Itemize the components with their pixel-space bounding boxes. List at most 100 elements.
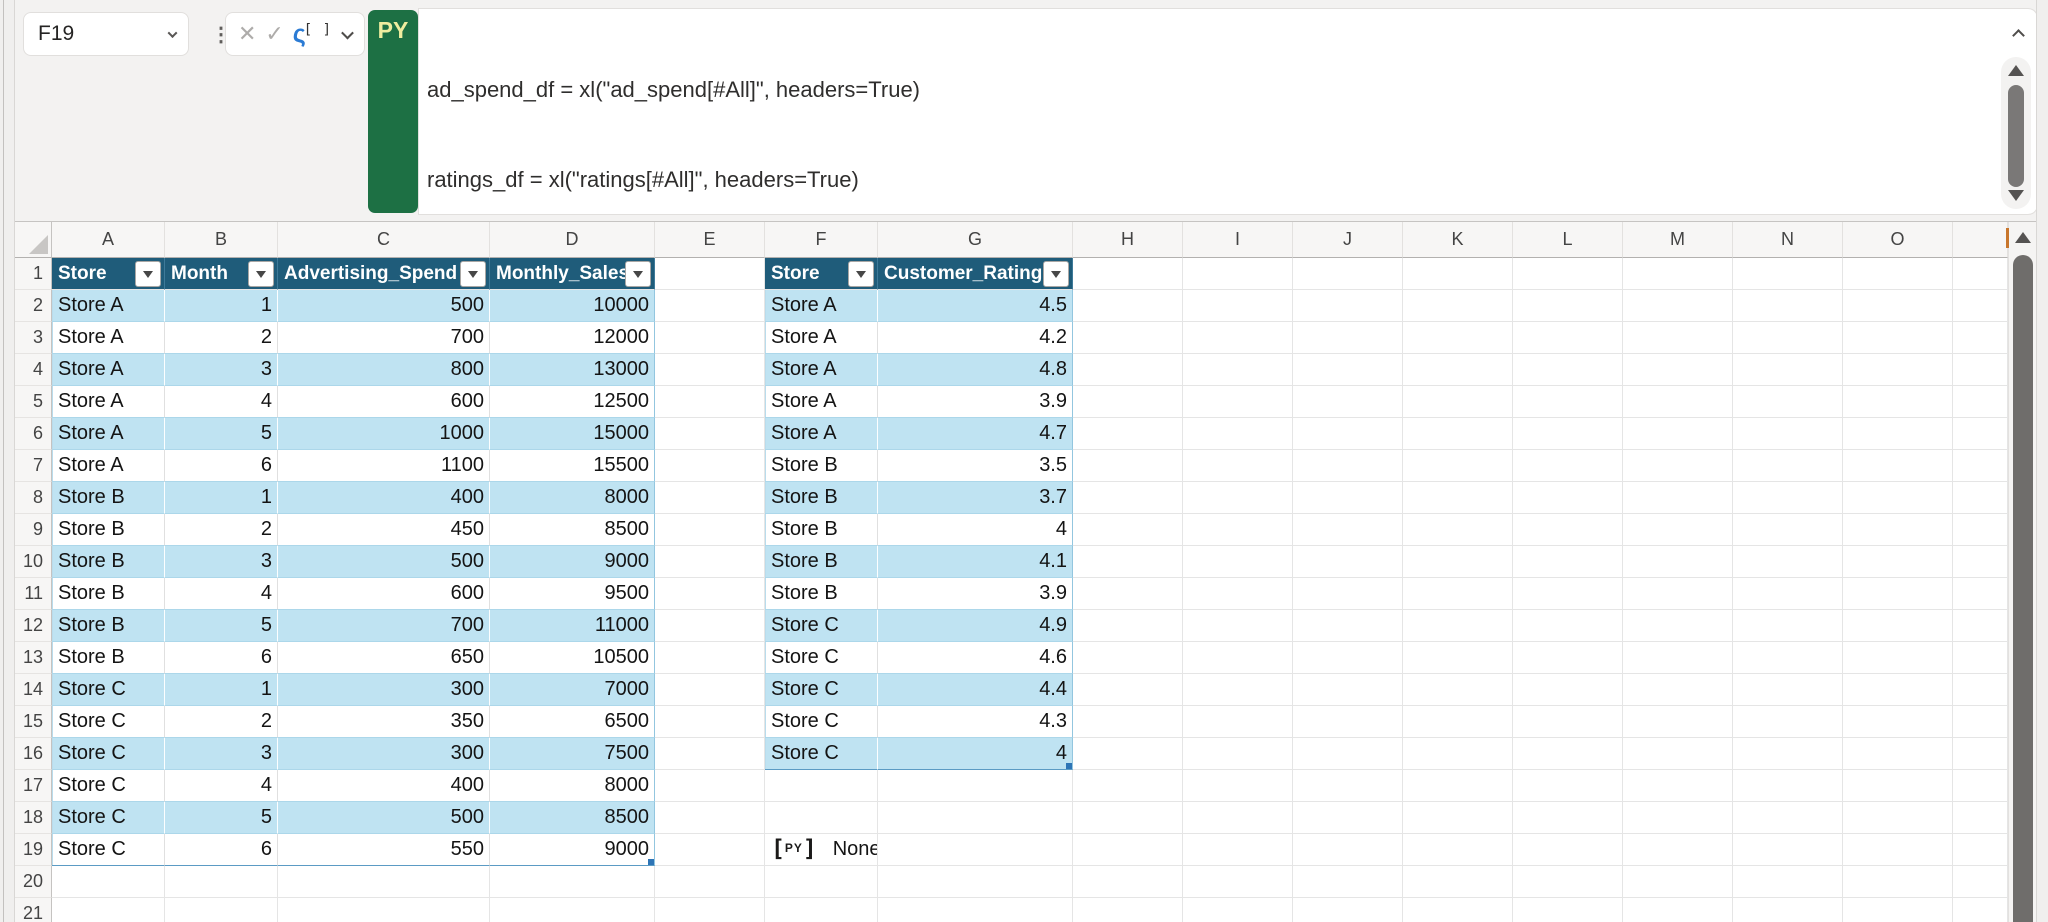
cell-E5[interactable] — [655, 386, 765, 418]
cell-D9[interactable]: 8500 — [490, 514, 655, 546]
cell-M14[interactable] — [1623, 674, 1733, 706]
cell-G10[interactable]: 4.1 — [878, 546, 1073, 578]
cell-P4[interactable] — [1953, 354, 2008, 386]
cell-N21[interactable] — [1733, 898, 1843, 922]
cell-L7[interactable] — [1513, 450, 1623, 482]
cell-N12[interactable] — [1733, 610, 1843, 642]
cell-H1[interactable] — [1073, 258, 1183, 290]
cell-K18[interactable] — [1403, 802, 1513, 834]
cell-I7[interactable] — [1183, 450, 1293, 482]
column-header-O[interactable]: O — [1843, 222, 1953, 258]
cell-F7[interactable]: Store B — [765, 450, 878, 482]
cell-J15[interactable] — [1293, 706, 1403, 738]
cell-D21[interactable] — [490, 898, 655, 922]
scroll-down-icon[interactable] — [2008, 190, 2024, 201]
cell-J18[interactable] — [1293, 802, 1403, 834]
cell-G18[interactable] — [878, 802, 1073, 834]
cell-I4[interactable] — [1183, 354, 1293, 386]
column-header-partial[interactable] — [1953, 222, 2008, 258]
cell-H9[interactable] — [1073, 514, 1183, 546]
cell-G2[interactable]: 4.5 — [878, 290, 1073, 322]
cell-J6[interactable] — [1293, 418, 1403, 450]
cell-C14[interactable]: 300 — [278, 674, 490, 706]
cell-J1[interactable] — [1293, 258, 1403, 290]
row-header-4[interactable]: 4 — [15, 354, 52, 386]
row-header-8[interactable]: 8 — [15, 482, 52, 514]
cell-M2[interactable] — [1623, 290, 1733, 322]
cell-P9[interactable] — [1953, 514, 2008, 546]
cell-M19[interactable] — [1623, 834, 1733, 866]
cell-B7[interactable]: 6 — [165, 450, 278, 482]
cell-I21[interactable] — [1183, 898, 1293, 922]
cell-N17[interactable] — [1733, 770, 1843, 802]
cell-I16[interactable] — [1183, 738, 1293, 770]
cell-L14[interactable] — [1513, 674, 1623, 706]
cell-D12[interactable]: 11000 — [490, 610, 655, 642]
cell-M17[interactable] — [1623, 770, 1733, 802]
cell-P20[interactable] — [1953, 866, 2008, 898]
column-header-M[interactable]: M — [1623, 222, 1733, 258]
row-header-20[interactable]: 20 — [15, 866, 52, 898]
cell-O15[interactable] — [1843, 706, 1953, 738]
cell-I10[interactable] — [1183, 546, 1293, 578]
cell-C12[interactable]: 700 — [278, 610, 490, 642]
filter-button[interactable] — [625, 261, 651, 287]
cell-J17[interactable] — [1293, 770, 1403, 802]
cell-B8[interactable]: 1 — [165, 482, 278, 514]
cell-J16[interactable] — [1293, 738, 1403, 770]
cell-E8[interactable] — [655, 482, 765, 514]
cell-O10[interactable] — [1843, 546, 1953, 578]
cell-B10[interactable]: 3 — [165, 546, 278, 578]
cell-K8[interactable] — [1403, 482, 1513, 514]
cell-A6[interactable]: Store A — [52, 418, 165, 450]
cell-F20[interactable] — [765, 866, 878, 898]
cell-E9[interactable] — [655, 514, 765, 546]
cell-P8[interactable] — [1953, 482, 2008, 514]
cell-I17[interactable] — [1183, 770, 1293, 802]
cell-J5[interactable] — [1293, 386, 1403, 418]
formula-bar-scrollbar[interactable] — [2001, 57, 2031, 209]
column-header-J[interactable]: J — [1293, 222, 1403, 258]
cell-M12[interactable] — [1623, 610, 1733, 642]
cell-A19[interactable]: Store C — [52, 834, 165, 866]
cell-F9[interactable]: Store B — [765, 514, 878, 546]
row-header-13[interactable]: 13 — [15, 642, 52, 674]
cell-N1[interactable] — [1733, 258, 1843, 290]
cell-A14[interactable]: Store C — [52, 674, 165, 706]
cell-K3[interactable] — [1403, 322, 1513, 354]
cell-C6[interactable]: 1000 — [278, 418, 490, 450]
cell-G12[interactable]: 4.9 — [878, 610, 1073, 642]
cell-C17[interactable]: 400 — [278, 770, 490, 802]
cell-L15[interactable] — [1513, 706, 1623, 738]
table-resize-handle[interactable] — [1066, 763, 1072, 769]
cell-B20[interactable] — [165, 866, 278, 898]
cell-E19[interactable] — [655, 834, 765, 866]
cell-M11[interactable] — [1623, 578, 1733, 610]
cell-D14[interactable]: 7000 — [490, 674, 655, 706]
cell-F8[interactable]: Store B — [765, 482, 878, 514]
cell-O12[interactable] — [1843, 610, 1953, 642]
cell-E17[interactable] — [655, 770, 765, 802]
column-header-N[interactable]: N — [1733, 222, 1843, 258]
cell-K10[interactable] — [1403, 546, 1513, 578]
cell-D2[interactable]: 10000 — [490, 290, 655, 322]
cell-P13[interactable] — [1953, 642, 2008, 674]
cell-G3[interactable]: 4.2 — [878, 322, 1073, 354]
cell-A9[interactable]: Store B — [52, 514, 165, 546]
cell-O16[interactable] — [1843, 738, 1953, 770]
row-header-3[interactable]: 3 — [15, 322, 52, 354]
cell-N3[interactable] — [1733, 322, 1843, 354]
scroll-up-icon[interactable] — [2015, 232, 2031, 243]
cell-N10[interactable] — [1733, 546, 1843, 578]
cell-J20[interactable] — [1293, 866, 1403, 898]
cell-K12[interactable] — [1403, 610, 1513, 642]
cell-H5[interactable] — [1073, 386, 1183, 418]
cell-P15[interactable] — [1953, 706, 2008, 738]
cell-C3[interactable]: 700 — [278, 322, 490, 354]
cell-O13[interactable] — [1843, 642, 1953, 674]
code-line[interactable]: ratings_df = xl("ratings[#All]", headers… — [427, 165, 1991, 195]
cell-F4[interactable]: Store A — [765, 354, 878, 386]
cell-C15[interactable]: 350 — [278, 706, 490, 738]
cell-P11[interactable] — [1953, 578, 2008, 610]
cell-C5[interactable]: 600 — [278, 386, 490, 418]
